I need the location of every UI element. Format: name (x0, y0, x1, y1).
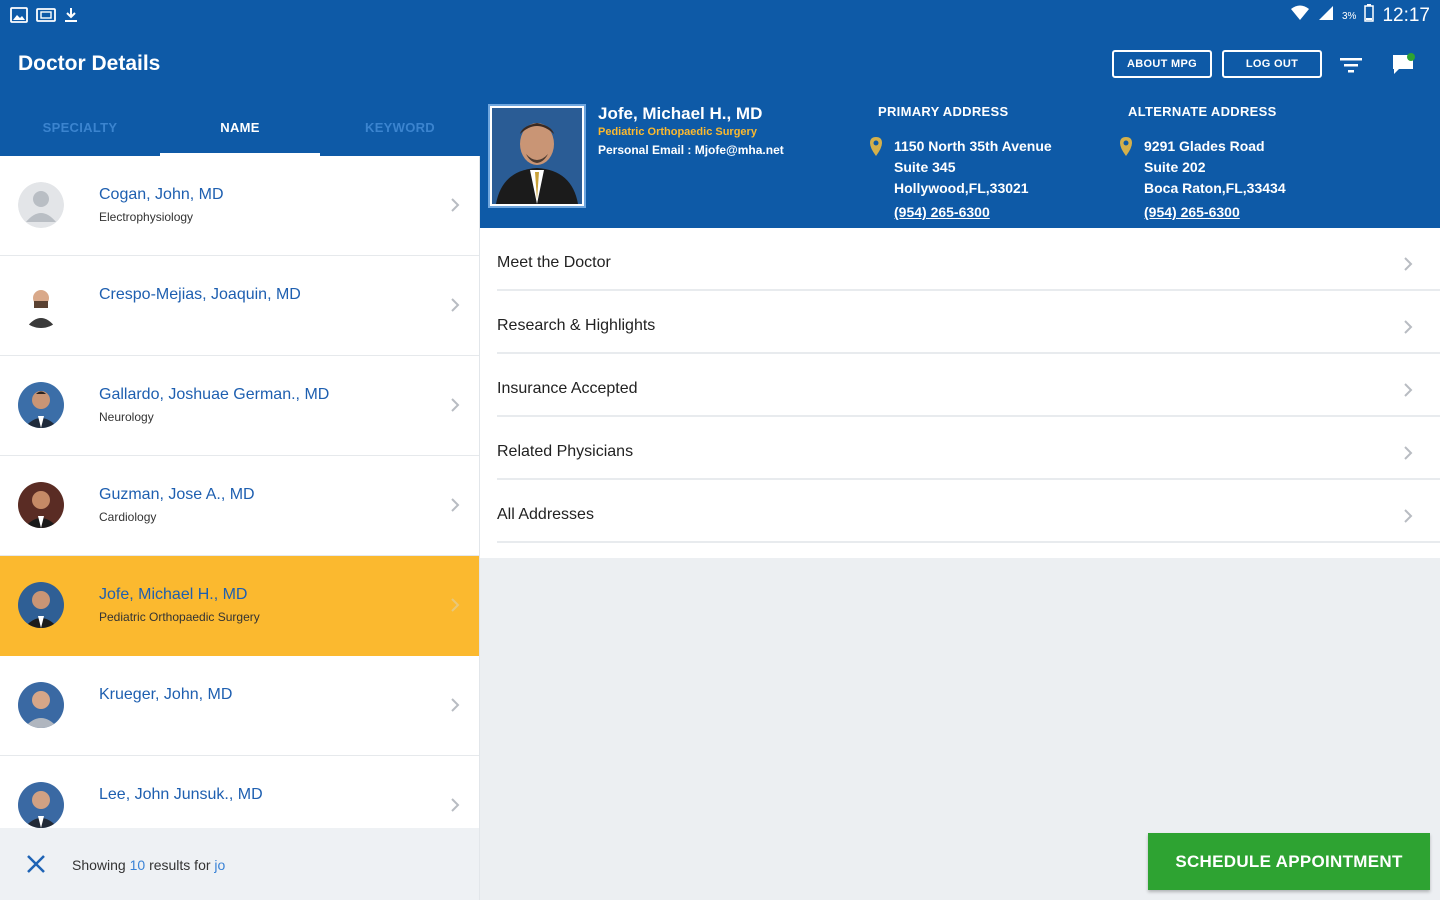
address-line: Suite 345 (894, 159, 956, 175)
chevron-right-icon (448, 494, 462, 516)
tab-keyword[interactable]: KEYWORD (320, 98, 480, 156)
results-summary: Showing 10 results for jo (72, 857, 225, 873)
download-icon (62, 6, 80, 24)
search-tabs: SPECIALTY NAME KEYWORD (0, 98, 480, 156)
doctor-name: Crespo-Mejias, Joaquin, MD (99, 286, 301, 303)
wifi-icon (1290, 4, 1310, 28)
doctor-specialty: Neurology (99, 410, 154, 424)
alternate-phone-link[interactable]: (954) 265-6300 (1144, 204, 1240, 220)
chevron-right-icon (1402, 380, 1414, 400)
results-count: 10 (129, 857, 146, 873)
primary-address: PRIMARY ADDRESS 1150 North 35th Avenue S… (870, 104, 1108, 220)
doctor-specialty: Cardiology (99, 510, 157, 524)
avatar (18, 382, 64, 428)
chevron-right-icon (448, 594, 462, 616)
doctor-name: Guzman, Jose A., MD (99, 486, 255, 503)
alternate-address-lines: 9291 Glades Road Suite 202 Boca Raton,FL… (1144, 136, 1364, 199)
list-item[interactable]: Gallardo, Joshuae German., MD Neurology (0, 356, 479, 456)
menu-item-label: Research & Highlights (497, 317, 656, 334)
tab-specialty[interactable]: SPECIALTY (0, 98, 160, 156)
alternate-address: ALTERNATE ADDRESS 9291 Glades Road Suite… (1120, 104, 1358, 220)
battery-icon (1364, 4, 1375, 28)
doctor-list: Cogan, John, MD Electrophysiology Crespo… (0, 156, 480, 828)
page-title: Doctor Details (18, 52, 161, 75)
alternate-address-heading: ALTERNATE ADDRESS (1128, 104, 1277, 119)
about-mpg-button[interactable]: ABOUT MPG (1112, 50, 1212, 78)
detail-specialty: Pediatric Orthopaedic Surgery (598, 126, 757, 138)
menu-item-all-addresses[interactable]: All Addresses (497, 480, 1440, 543)
gallery-icon (10, 6, 28, 24)
doctor-photo (490, 106, 584, 206)
doctor-name: Lee, John Junsuk., MD (99, 786, 263, 803)
menu-item-label: Insurance Accepted (497, 380, 638, 397)
chevron-right-icon (448, 294, 462, 316)
signal-icon (1318, 5, 1334, 27)
primary-address-heading: PRIMARY ADDRESS (878, 104, 1009, 119)
doctor-specialty: Electrophysiology (99, 210, 194, 224)
results-middle: results for (149, 857, 211, 873)
app-header: Doctor Details ABOUT MPG LOG OUT (0, 34, 1440, 98)
address-line: Suite 202 (1144, 159, 1206, 175)
chevron-right-icon (1402, 317, 1414, 337)
close-icon[interactable] (24, 852, 48, 876)
chevron-right-icon (1402, 506, 1414, 526)
avatar (18, 682, 64, 728)
menu-item-label: Meet the Doctor (497, 254, 611, 271)
address-line: Hollywood,FL,33021 (894, 180, 1029, 196)
address-line: 9291 Glades Road (1144, 138, 1265, 154)
list-item-selected[interactable]: Jofe, Michael H., MD Pediatric Orthopaed… (0, 556, 479, 656)
menu-item-insurance[interactable]: Insurance Accepted (497, 354, 1440, 417)
chevron-right-icon (448, 794, 462, 816)
detail-menu: Meet the Doctor Research & Highlights In… (480, 228, 1440, 558)
chat-icon[interactable] (1390, 52, 1416, 76)
detail-doctor-name: Jofe, Michael H., MD (598, 104, 763, 123)
avatar (18, 182, 64, 228)
clock: 12:17 (1382, 5, 1430, 26)
location-pin-icon (1119, 136, 1133, 158)
filter-icon[interactable] (1338, 54, 1364, 76)
battery-percent: 3% (1342, 10, 1357, 22)
screenshot-icon (36, 6, 56, 24)
doctor-name: Jofe, Michael H., MD (99, 586, 248, 603)
chevron-right-icon (1402, 254, 1414, 274)
menu-item-related-physicians[interactable]: Related Physicians (497, 417, 1440, 480)
avatar (18, 582, 64, 628)
list-item[interactable]: Lee, John Junsuk., MD (0, 756, 479, 828)
menu-item-label: Related Physicians (497, 443, 634, 460)
chevron-right-icon (448, 394, 462, 416)
list-item[interactable]: Crespo-Mejias, Joaquin, MD (0, 256, 479, 356)
logout-button[interactable]: LOG OUT (1222, 50, 1322, 78)
status-bar: 3% 12:17 (0, 0, 1440, 34)
list-item[interactable]: Krueger, John, MD (0, 656, 479, 756)
list-item[interactable]: Cogan, John, MD Electrophysiology (0, 156, 479, 256)
tab-name[interactable]: NAME (160, 98, 320, 156)
results-prefix: Showing (72, 857, 126, 873)
primary-address-lines: 1150 North 35th Avenue Suite 345 Hollywo… (894, 136, 1114, 199)
results-footer: Showing 10 results for jo (0, 828, 480, 900)
avatar (18, 282, 64, 328)
chevron-right-icon (448, 194, 462, 216)
avatar (18, 482, 64, 528)
schedule-appointment-button[interactable]: SCHEDULE APPOINTMENT (1148, 833, 1430, 890)
menu-item-research[interactable]: Research & Highlights (497, 291, 1440, 354)
doctor-name: Gallardo, Joshuae German., MD (99, 386, 330, 403)
primary-phone-link[interactable]: (954) 265-6300 (894, 204, 990, 220)
list-item[interactable]: Guzman, Jose A., MD Cardiology (0, 456, 479, 556)
chevron-right-icon (448, 694, 462, 716)
doctor-name: Cogan, John, MD (99, 186, 224, 203)
address-line: 1150 North 35th Avenue (894, 138, 1052, 154)
location-pin-icon (869, 136, 883, 158)
chevron-right-icon (1402, 443, 1414, 463)
avatar (18, 782, 64, 828)
detail-email: Personal Email : Mjofe@mha.net (598, 143, 784, 157)
menu-item-meet-doctor[interactable]: Meet the Doctor (497, 228, 1440, 291)
doctor-specialty: Pediatric Orthopaedic Surgery (99, 610, 260, 624)
results-query: jo (214, 857, 226, 873)
menu-item-label: All Addresses (497, 506, 594, 523)
address-line: Boca Raton,FL,33434 (1144, 180, 1286, 196)
doctor-name: Krueger, John, MD (99, 686, 233, 703)
doctor-detail-header: Jofe, Michael H., MD Pediatric Orthopaed… (480, 98, 1440, 228)
